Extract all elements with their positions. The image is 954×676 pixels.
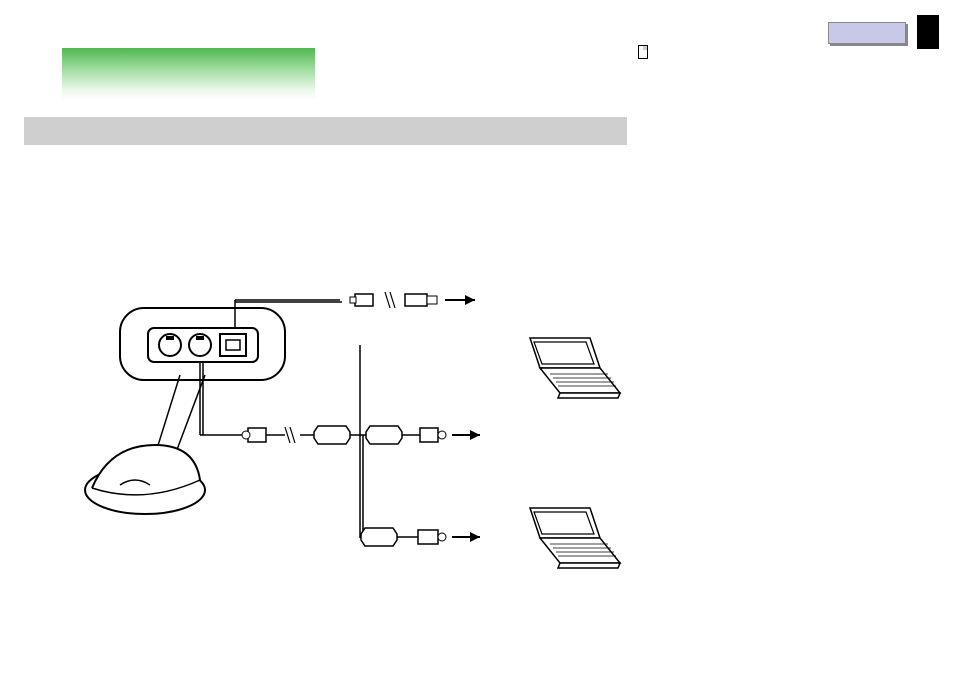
connection-diagram: [60, 280, 780, 650]
serial-arrow: [452, 532, 480, 542]
section-banner: [62, 48, 315, 100]
reference-page-icon: [638, 45, 648, 59]
laptop-top: [530, 338, 620, 398]
subsection-heading-bar: [24, 117, 627, 145]
serial-cable: [361, 528, 446, 546]
ps2-cable: [242, 426, 446, 444]
section-tab: [917, 15, 939, 49]
ps2-arrow: [452, 430, 480, 440]
usb-arrow: [445, 295, 475, 305]
remote-receiver: [85, 445, 205, 514]
page-number-box: [828, 22, 906, 44]
laptop-bottom: [530, 508, 620, 568]
